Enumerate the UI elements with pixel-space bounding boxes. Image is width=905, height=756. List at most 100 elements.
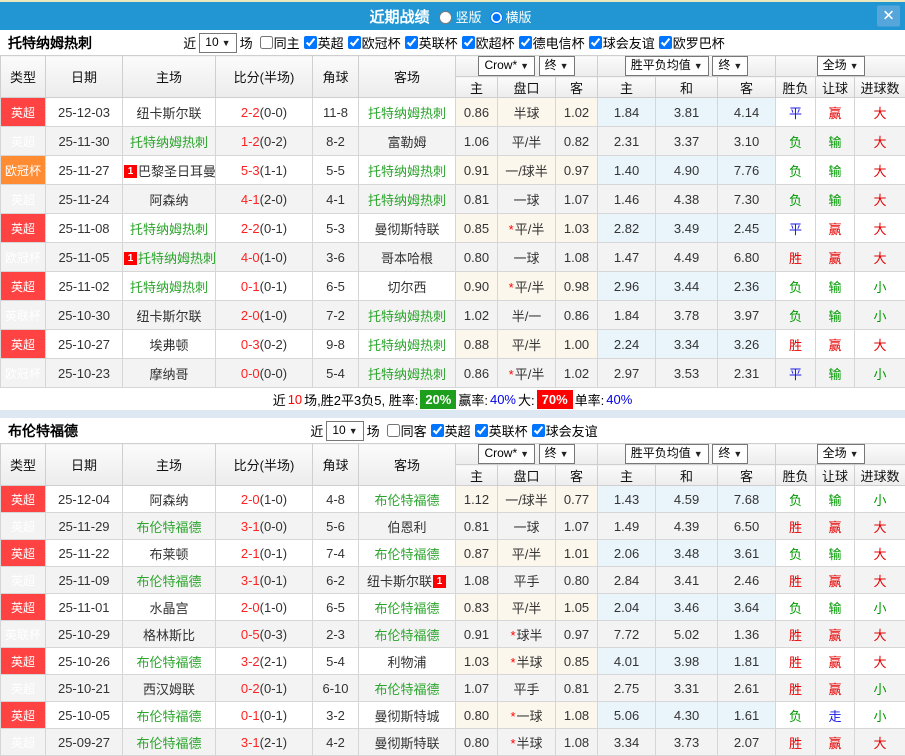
league-checkbox[interactable] [431, 424, 444, 437]
goals-result-cell: 大 [855, 185, 905, 214]
asia-odds-group: Crow*▼ 终▼ [456, 444, 598, 465]
away-team: 托特纳姆热刺 [359, 359, 456, 388]
asia-handicap: 一球 [498, 185, 556, 214]
fulltime-score: 2-0 [241, 308, 260, 323]
match-row: 英超25-10-21西汉姆联0-2(0-1)6-10布伦特福德1.07平手0.8… [1, 675, 905, 702]
avg-odds-select[interactable]: 胜平负均值▼ [625, 56, 709, 76]
league-checkbox-label: 德电信杯 [533, 33, 585, 52]
score-cell: 2-0(1-0) [216, 594, 313, 621]
league-checkbox-label: 球会友谊 [603, 33, 655, 52]
same-venue-label: 同主 [274, 33, 300, 52]
layout-option-vertical[interactable]: 竖版 [439, 10, 481, 25]
fulltime-score: 3-1 [241, 735, 260, 750]
league-checkbox[interactable] [405, 36, 418, 49]
match-date: 25-10-05 [46, 702, 123, 729]
home-team: 水晶宫 [123, 594, 216, 621]
league-badge: 英超 [1, 214, 46, 243]
away-team-name: 纽卡斯尔联 [367, 574, 432, 589]
home-team-name: 格林斯比 [143, 628, 195, 643]
euro-draw-odds: 3.98 [656, 648, 718, 675]
layout-option-horizontal[interactable]: 横版 [490, 10, 532, 25]
col-type: 类型 [1, 444, 46, 486]
away-team-name: 富勒姆 [387, 135, 426, 150]
col-asia-home: 主 [456, 465, 498, 486]
euro-home-odds: 2.82 [598, 214, 656, 243]
euro-away-odds: 3.97 [718, 301, 776, 330]
euro-final-select[interactable]: 终▼ [712, 56, 748, 76]
match-count-select[interactable]: 10▼ [199, 33, 236, 53]
away-team-name: 托特纳姆热刺 [368, 309, 446, 324]
score-cell: 5-3(1-1) [216, 156, 313, 185]
asia-handicap-text: 一球 [517, 709, 543, 724]
handicap-result-cell: 赢 [816, 648, 855, 675]
odds-book-select[interactable]: Crow*▼ [478, 444, 535, 464]
match-row: 英超25-11-22布莱顿2-1(0-1)7-4布伦特福德0.87平/半1.01… [1, 540, 905, 567]
asia-home-odds: 0.91 [456, 621, 498, 648]
halftime-score: (1-0) [260, 308, 287, 323]
match-count-select[interactable]: 10▼ [326, 421, 363, 441]
league-checkbox[interactable] [348, 36, 361, 49]
home-team-name: 布伦特福德 [136, 520, 201, 535]
match-row: 英超25-11-29布伦特福德3-1(0-0)5-6伯恩利0.81一球1.071… [1, 513, 905, 540]
team-section: 托特纳姆热刺近10▼场同主英超欧冠杯英联杯欧超杯德电信杯球会友谊欧罗巴杯类型日期… [0, 30, 905, 410]
scope-select[interactable]: 全场▼ [817, 444, 865, 464]
league-badge: 英联杯 [1, 301, 46, 330]
corners: 2-3 [313, 621, 359, 648]
away-team: 布伦特福德 [359, 486, 456, 513]
league-checkbox[interactable] [519, 36, 532, 49]
same-venue-checkbox[interactable] [387, 424, 400, 437]
chevron-down-icon: ▼ [694, 449, 703, 459]
near-label: 近 [183, 33, 196, 52]
asia-home-odds: 0.85 [456, 214, 498, 243]
euro-away-odds: 7.30 [718, 185, 776, 214]
league-badge: 英超 [1, 185, 46, 214]
match-date: 25-11-01 [46, 594, 123, 621]
euro-final-select-value: 终 [718, 446, 730, 460]
scope-select[interactable]: 全场▼ [817, 56, 865, 76]
close-icon[interactable]: ✕ [877, 6, 900, 27]
col-outcome: 胜负 [776, 77, 816, 98]
same-venue-checkbox[interactable] [260, 36, 273, 49]
league-checkbox[interactable] [589, 36, 602, 49]
match-date: 25-10-27 [46, 330, 123, 359]
goals-result-cell: 大 [855, 567, 905, 594]
league-checkbox[interactable] [475, 424, 488, 437]
asia-handicap-text: 平/半 [515, 280, 545, 295]
fulltime-score: 3-2 [241, 654, 260, 669]
asia-away-odds: 1.02 [556, 359, 598, 388]
home-team: 阿森纳 [123, 486, 216, 513]
euro-away-odds: 3.64 [718, 594, 776, 621]
handicap-result-cell: 输 [816, 486, 855, 513]
home-team-name: 布伦特福德 [136, 655, 201, 670]
corners: 7-2 [313, 301, 359, 330]
asia-handicap-text: 一球 [513, 193, 539, 208]
euro-draw-odds: 3.46 [656, 594, 718, 621]
outcome-cell: 胜 [776, 243, 816, 272]
league-checkbox[interactable] [304, 36, 317, 49]
asia-final-select[interactable]: 终▼ [539, 444, 575, 464]
odds-rate-value: 40% [490, 392, 516, 407]
odds-book-select[interactable]: Crow*▼ [478, 56, 535, 76]
league-checkbox[interactable] [659, 36, 672, 49]
league-badge: 英超 [1, 675, 46, 702]
corners: 5-4 [313, 359, 359, 388]
col-type: 类型 [1, 56, 46, 98]
asia-final-select[interactable]: 终▼ [539, 56, 575, 76]
euro-final-select[interactable]: 终▼ [712, 444, 748, 464]
layout-radio-vertical[interactable] [439, 11, 452, 24]
euro-draw-odds: 3.73 [656, 729, 718, 756]
home-team-name: 布伦特福德 [136, 736, 201, 751]
away-team-name: 布伦特福德 [374, 493, 439, 508]
score-cell: 0-3(0-2) [216, 330, 313, 359]
league-checkbox[interactable] [532, 424, 545, 437]
layout-radio-horizontal[interactable] [490, 11, 503, 24]
asia-handicap: *半球 [498, 648, 556, 675]
handicap-result-cell: 赢 [816, 214, 855, 243]
handicap-result-cell: 输 [816, 594, 855, 621]
avg-odds-select-value: 胜平负均值 [631, 446, 691, 460]
league-checkbox[interactable] [462, 36, 475, 49]
score-cell: 1-2(0-2) [216, 127, 313, 156]
fulltime-score: 0-1 [241, 279, 260, 294]
asia-handicap: 平/半 [498, 594, 556, 621]
avg-odds-select[interactable]: 胜平负均值▼ [625, 444, 709, 464]
